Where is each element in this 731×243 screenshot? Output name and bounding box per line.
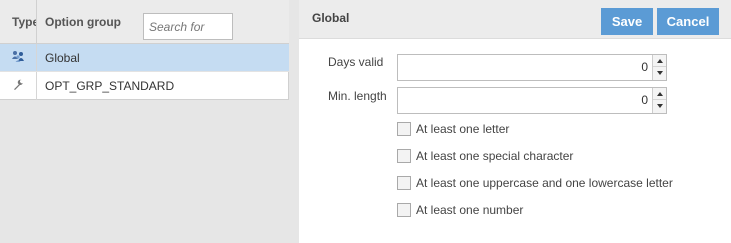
- upper-lower-checkbox[interactable]: [397, 176, 411, 190]
- checkbox-row-upper-lower[interactable]: At least one uppercase and one lowercase…: [397, 174, 673, 192]
- save-button[interactable]: Save: [601, 8, 653, 35]
- days-valid-stepper[interactable]: 0: [397, 54, 667, 81]
- increment-button[interactable]: [653, 88, 666, 100]
- column-header-type[interactable]: Type: [0, 0, 37, 44]
- checkbox-row-special-character[interactable]: At least one special character: [397, 147, 573, 165]
- days-valid-label: Days valid: [328, 55, 384, 69]
- special-character-checkbox[interactable]: [397, 149, 411, 163]
- row-label: OPT_GRP_STANDARD: [45, 79, 175, 93]
- days-valid-spinner: [652, 55, 666, 80]
- type-cell: [0, 72, 37, 100]
- table-row-opt-grp-standard[interactable]: OPT_GRP_STANDARD: [0, 71, 289, 100]
- search-input[interactable]: [143, 13, 233, 40]
- increment-button[interactable]: [653, 55, 666, 67]
- chevron-down-icon: [656, 104, 663, 108]
- checkbox-label: At least one uppercase and one lowercase…: [416, 176, 673, 190]
- decrement-button[interactable]: [653, 100, 666, 112]
- row-label: Global: [45, 51, 80, 65]
- decrement-button[interactable]: [653, 67, 666, 79]
- min-length-label: Min. length: [328, 89, 387, 103]
- min-length-value[interactable]: 0: [641, 88, 648, 113]
- chevron-up-icon: [656, 91, 663, 96]
- grid-header: Type Option group: [0, 0, 289, 44]
- option-group-pane: Type Option group Global: [0, 0, 299, 243]
- wrench-icon: [12, 79, 24, 94]
- option-detail-pane: Global Save Cancel Days valid 0 Min. len…: [299, 0, 731, 243]
- days-valid-value[interactable]: 0: [641, 55, 648, 80]
- min-length-stepper[interactable]: 0: [397, 87, 667, 114]
- checkbox-label: At least one letter: [416, 122, 510, 136]
- checkbox-row-number[interactable]: At least one number: [397, 201, 523, 219]
- checkbox-row-letter[interactable]: At least one letter: [397, 120, 509, 138]
- table-row-global[interactable]: Global: [0, 44, 289, 72]
- checkbox-label: At least one special character: [416, 149, 574, 163]
- option-group-grid: Type Option group Global: [0, 0, 289, 100]
- column-header-option-group[interactable]: Option group: [45, 0, 121, 44]
- people-group-icon: [11, 50, 25, 66]
- chevron-up-icon: [656, 58, 663, 63]
- min-length-spinner: [652, 88, 666, 113]
- page-title: Global: [312, 11, 350, 25]
- type-cell: [0, 44, 37, 72]
- number-checkbox[interactable]: [397, 203, 411, 217]
- cancel-button[interactable]: Cancel: [657, 8, 719, 35]
- detail-toolbar: Global Save Cancel: [299, 0, 731, 39]
- chevron-down-icon: [656, 71, 663, 75]
- letter-checkbox[interactable]: [397, 122, 411, 136]
- checkbox-label: At least one number: [416, 203, 524, 217]
